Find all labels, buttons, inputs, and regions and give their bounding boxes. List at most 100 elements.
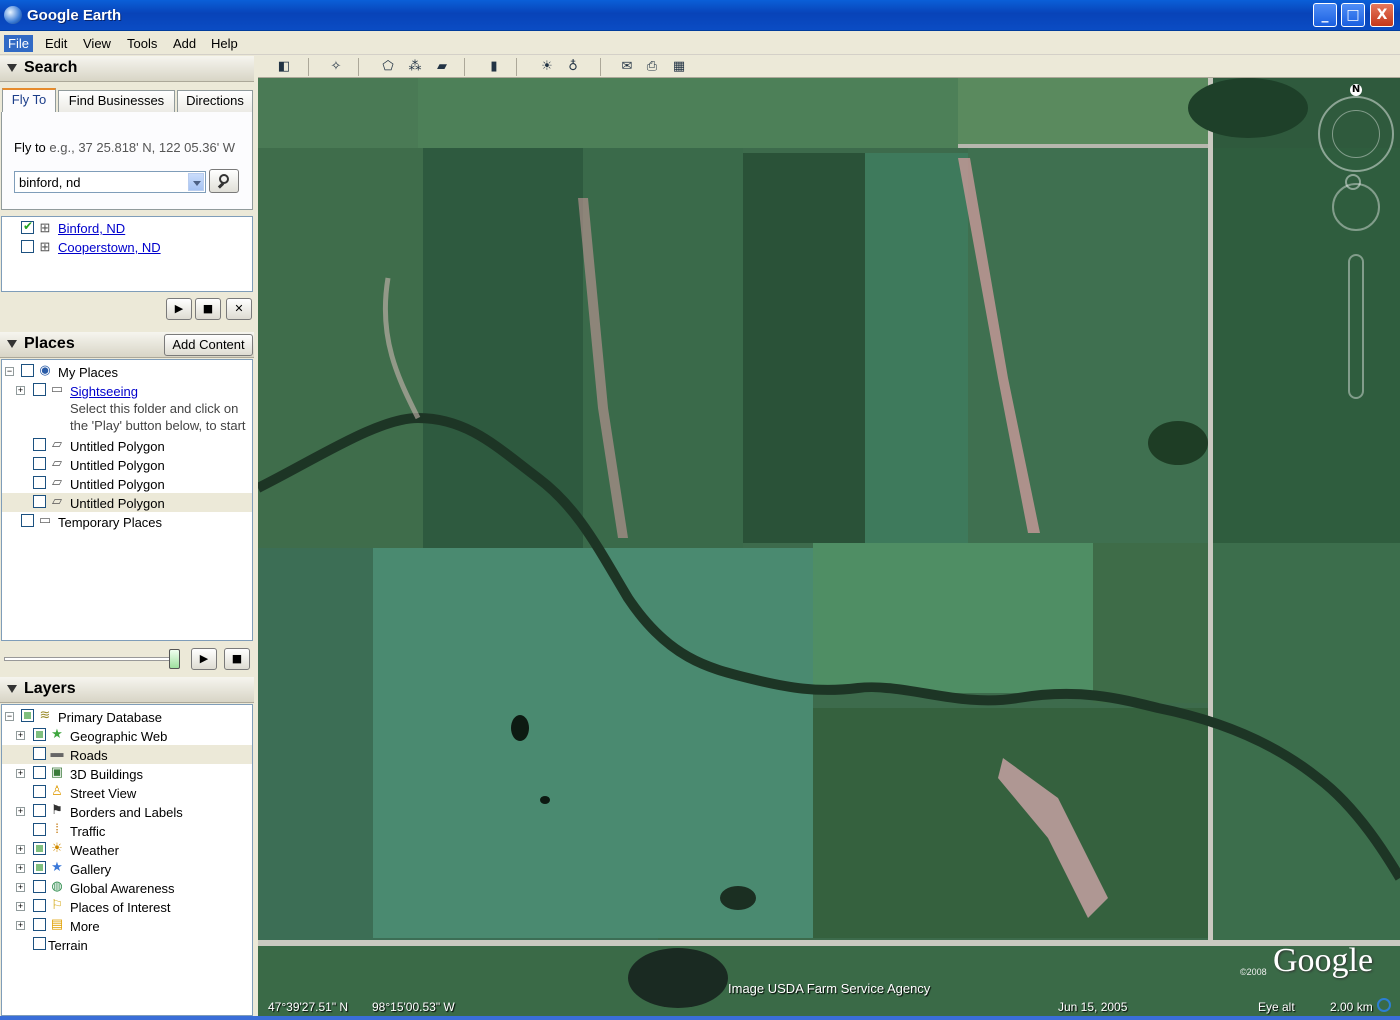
menu-view[interactable]: View (79, 35, 115, 52)
tree-checkbox[interactable] (21, 514, 34, 527)
expand-toggle[interactable]: + (16, 769, 25, 778)
tree-checkbox[interactable] (33, 476, 46, 489)
layer-checkbox[interactable] (33, 785, 46, 798)
menu-file[interactable]: File (4, 35, 33, 52)
image-overlay-icon[interactable]: ▰ (432, 58, 452, 76)
tree-checkbox[interactable] (33, 495, 46, 508)
ruler-icon[interactable]: ▮ (484, 58, 504, 76)
menu-tools[interactable]: Tools (123, 35, 161, 52)
tree-label[interactable]: Sightseeing (70, 384, 138, 399)
tree-temporary-places[interactable]: ▭ Temporary Places (2, 512, 252, 531)
layer-checkbox[interactable] (33, 918, 46, 931)
layer-checkbox[interactable] (33, 728, 46, 741)
places-section-header[interactable]: Places Add Content (0, 332, 254, 358)
search-result-cooperstown[interactable]: ⊞ Cooperstown, ND (2, 238, 252, 257)
sidebar-toggle-icon[interactable]: ◧ (274, 58, 294, 76)
collapse-toggle[interactable]: − (5, 712, 14, 721)
result-link[interactable]: Binford, ND (58, 221, 125, 236)
maximize-button[interactable]: □ (1341, 3, 1365, 27)
search-combo[interactable] (14, 171, 206, 193)
polygon-add-icon[interactable]: ⬠ (378, 58, 398, 76)
email-icon[interactable]: ✉ (617, 58, 637, 76)
map-view[interactable]: N Image USDA Farm Service Agency ©2008 G… (258, 78, 1400, 1016)
tab-directions[interactable]: Directions (177, 90, 253, 112)
result-checkbox[interactable] (21, 219, 34, 234)
view-in-maps-icon[interactable]: ▦ (669, 58, 689, 76)
tree-checkbox[interactable] (21, 364, 34, 377)
expand-toggle[interactable]: + (16, 864, 25, 873)
search-go-button[interactable] (209, 169, 239, 193)
tree-checkbox[interactable] (33, 457, 46, 470)
tree-checkbox[interactable] (33, 383, 46, 396)
search-input[interactable] (15, 172, 185, 192)
layer-roads[interactable]: ▬ Roads (2, 745, 252, 764)
result-checkbox[interactable] (21, 240, 34, 253)
minimize-button[interactable]: _ (1313, 3, 1337, 27)
layer-geographic-web[interactable]: + ★ Geographic Web (2, 726, 252, 745)
dropdown-arrow-icon[interactable] (188, 173, 204, 191)
close-button[interactable]: X (1370, 3, 1394, 27)
stop-button[interactable]: ■ (195, 298, 221, 320)
menu-add[interactable]: Add (169, 35, 200, 52)
look-joystick[interactable] (1332, 110, 1380, 158)
add-content-button[interactable]: Add Content (164, 334, 253, 356)
expand-toggle[interactable]: + (16, 807, 25, 816)
search-result-binford[interactable]: ⊞ Binford, ND (2, 219, 252, 238)
placemark-add-icon[interactable]: ✧ (326, 58, 346, 76)
clear-results-button[interactable]: ✕ (226, 298, 252, 320)
search-section-header[interactable]: Search (0, 56, 254, 82)
expand-toggle[interactable]: + (16, 386, 25, 395)
layer-checkbox[interactable] (33, 842, 46, 855)
tree-polygon[interactable]: ▱ Untitled Polygon (2, 474, 252, 493)
layer-checkbox[interactable] (33, 861, 46, 874)
layer-gallery[interactable]: + ★ Gallery (2, 859, 252, 878)
tree-my-places[interactable]: − ◉ My Places (2, 362, 252, 381)
path-add-icon[interactable]: ⁂ (405, 58, 425, 76)
move-joystick[interactable] (1332, 183, 1380, 231)
layer-global-awareness[interactable]: + ◍ Global Awareness (2, 878, 252, 897)
tree-sightseeing[interactable]: + ▭ Sightseeing (2, 381, 252, 400)
layer-checkbox[interactable] (33, 937, 46, 950)
print-icon[interactable]: ⎙ (642, 58, 662, 76)
planet-switch-icon[interactable]: ♁ (563, 58, 583, 76)
layer-street-view[interactable]: ♙ Street View (2, 783, 252, 802)
result-link[interactable]: Cooperstown, ND (58, 240, 161, 255)
layer-checkbox[interactable] (33, 823, 46, 836)
expand-toggle[interactable]: + (16, 845, 25, 854)
move-joystick-center[interactable] (1345, 174, 1361, 190)
layer-primary-database[interactable]: − ≋ Primary Database (2, 707, 252, 726)
play-places-button[interactable]: ▶ (191, 648, 217, 670)
menu-edit[interactable]: Edit (41, 35, 71, 52)
layer-terrain[interactable]: Terrain (2, 935, 252, 954)
layer-checkbox[interactable] (33, 880, 46, 893)
zoom-slider[interactable] (1348, 254, 1364, 399)
expand-toggle[interactable]: + (16, 921, 25, 930)
layer-more[interactable]: + ▤ More (2, 916, 252, 935)
layer-checkbox[interactable] (21, 709, 34, 722)
play-tour-button[interactable]: ▶ (166, 298, 192, 320)
stop-places-button[interactable]: ■ (224, 648, 250, 670)
layer-places-of-interest[interactable]: + ⚐ Places of Interest (2, 897, 252, 916)
tour-slider-thumb[interactable] (169, 649, 180, 669)
menu-help[interactable]: Help (207, 35, 242, 52)
layer-weather[interactable]: + ☀ Weather (2, 840, 252, 859)
expand-toggle[interactable]: + (16, 731, 25, 740)
tree-polygon-selected[interactable]: ▱ Untitled Polygon (2, 493, 252, 512)
layer-checkbox[interactable] (33, 804, 46, 817)
tree-checkbox[interactable] (33, 438, 46, 451)
tour-speed-slider[interactable] (4, 657, 180, 661)
layer-checkbox[interactable] (33, 766, 46, 779)
tree-polygon[interactable]: ▱ Untitled Polygon (2, 436, 252, 455)
tab-fly-to[interactable]: Fly To (2, 88, 56, 113)
layer-3d-buildings[interactable]: + ▣ 3D Buildings (2, 764, 252, 783)
layer-borders-labels[interactable]: + ⚑ Borders and Labels (2, 802, 252, 821)
layers-section-header[interactable]: Layers (0, 677, 254, 703)
sunlight-icon[interactable]: ☀ (537, 58, 557, 76)
collapse-toggle[interactable]: − (5, 367, 14, 376)
tab-find-businesses[interactable]: Find Businesses (58, 90, 175, 112)
tree-polygon[interactable]: ▱ Untitled Polygon (2, 455, 252, 474)
layer-checkbox[interactable] (33, 747, 46, 760)
expand-toggle[interactable]: + (16, 883, 25, 892)
layer-checkbox[interactable] (33, 899, 46, 912)
layer-traffic[interactable]: ⁞ Traffic (2, 821, 252, 840)
